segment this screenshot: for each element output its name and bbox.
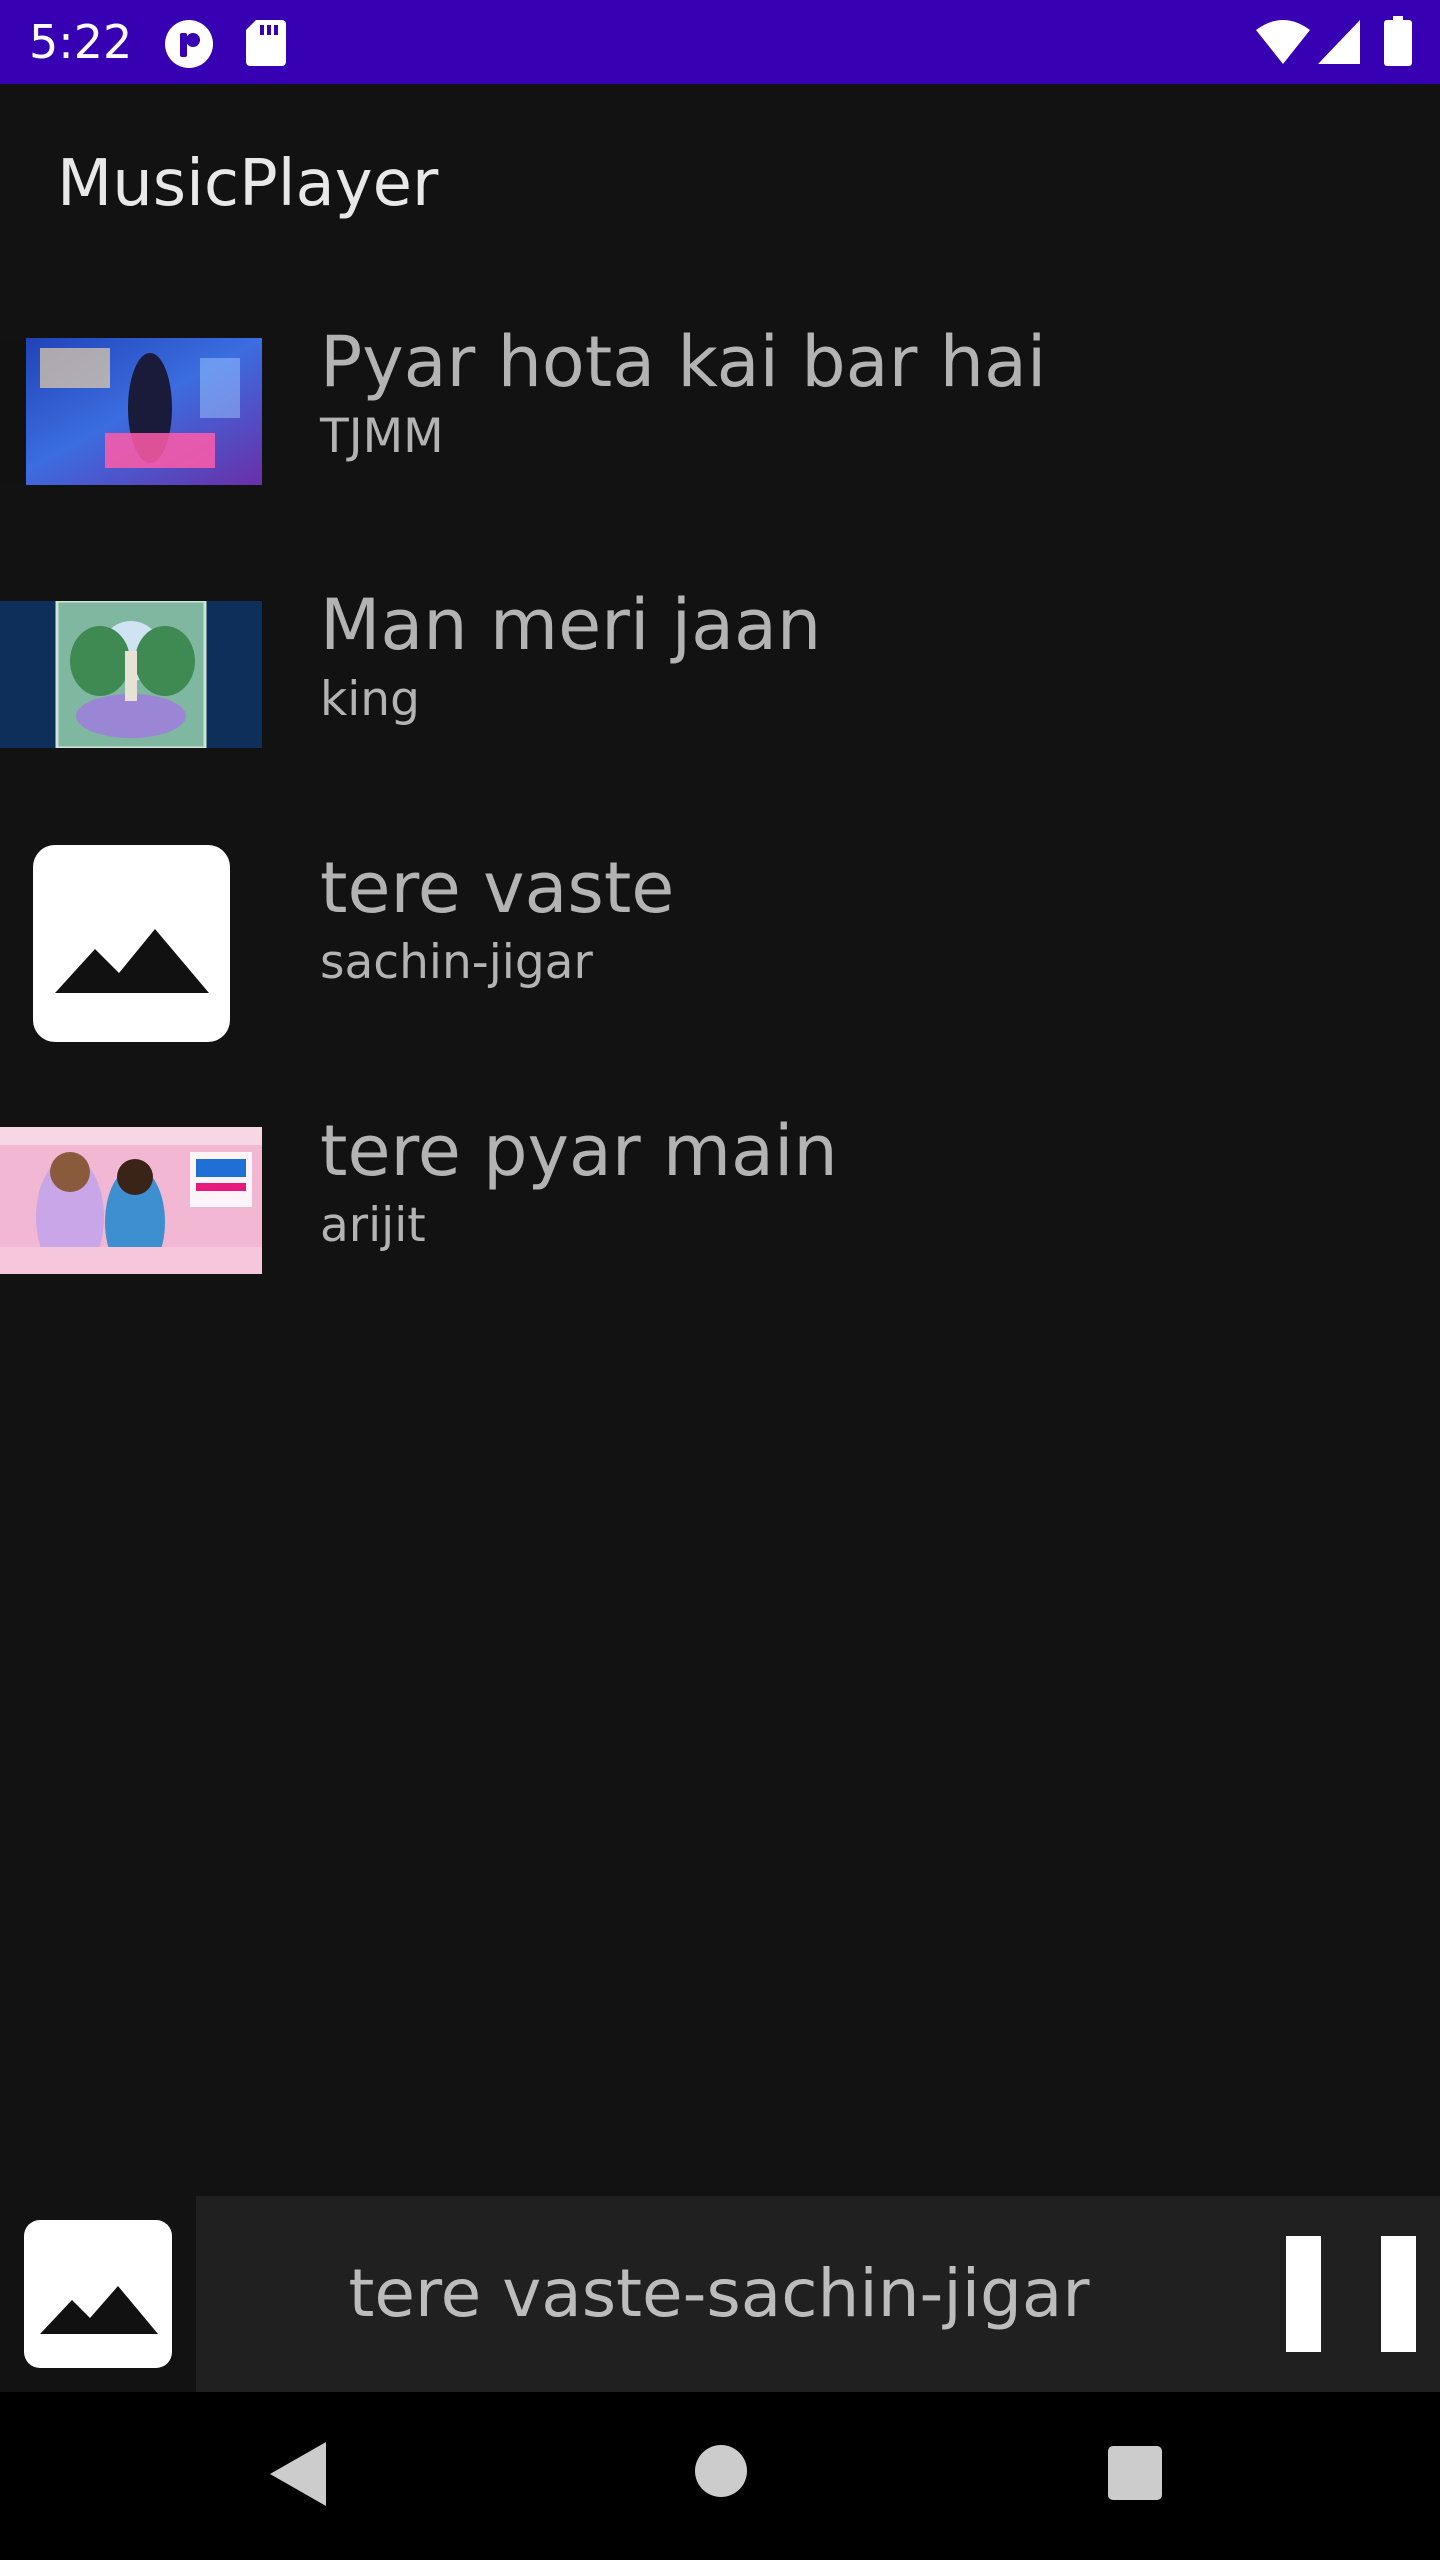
image-placeholder-icon	[24, 2220, 172, 2368]
pause-icon	[1286, 2236, 1321, 2352]
song-artist: arijit	[320, 1198, 426, 1253]
wifi-icon	[1256, 20, 1310, 64]
song-item[interactable]: Pyar hota kai bar hai TJMM	[0, 280, 1440, 543]
app-notification-icon	[165, 20, 213, 68]
pause-button[interactable]	[1286, 2236, 1416, 2352]
image-placeholder-icon	[33, 845, 230, 1042]
song-title: tere pyar main	[320, 1110, 838, 1192]
song-artist: sachin-jigar	[320, 935, 593, 990]
mini-player[interactable]: tere vaste-sachin-jigar	[0, 2196, 1440, 2392]
app-title: MusicPlayer	[57, 147, 439, 221]
pause-icon	[1381, 2236, 1416, 2352]
home-icon[interactable]	[694, 2444, 748, 2498]
music-player-screen: 5:22 MusicPlayer Pyar hota kai bar hai T…	[0, 0, 1440, 2560]
app-bar: MusicPlayer	[0, 84, 1440, 280]
now-playing-text: tere vaste-sachin-jigar	[348, 2255, 1090, 2332]
song-item[interactable]: Man meri jaan king	[0, 543, 1440, 806]
recents-icon[interactable]	[1108, 2446, 1162, 2500]
song-item[interactable]: tere vaste sachin-jigar	[0, 806, 1440, 1069]
battery-icon	[1384, 16, 1412, 66]
back-icon[interactable]	[270, 2442, 330, 2506]
song-title: Pyar hota kai bar hai	[320, 321, 1047, 403]
song-item[interactable]: tere pyar main arijit	[0, 1069, 1440, 1332]
sd-card-icon	[246, 20, 286, 66]
song-thumbnail	[0, 338, 262, 485]
song-list: Pyar hota kai bar hai TJMM Man meri jaan…	[0, 280, 1440, 1332]
cell-signal-icon	[1318, 20, 1360, 64]
song-thumbnail	[0, 601, 262, 748]
song-artist: TJMM	[320, 409, 444, 464]
song-title: Man meri jaan	[320, 584, 822, 666]
now-playing-panel[interactable]: tere vaste-sachin-jigar	[196, 2196, 1440, 2392]
song-artist: king	[320, 672, 420, 727]
status-time: 5:22	[29, 15, 133, 69]
status-bar: 5:22	[0, 0, 1440, 84]
song-title: tere vaste	[320, 847, 675, 929]
navigation-bar	[0, 2392, 1440, 2560]
song-thumbnail	[0, 1127, 262, 1274]
